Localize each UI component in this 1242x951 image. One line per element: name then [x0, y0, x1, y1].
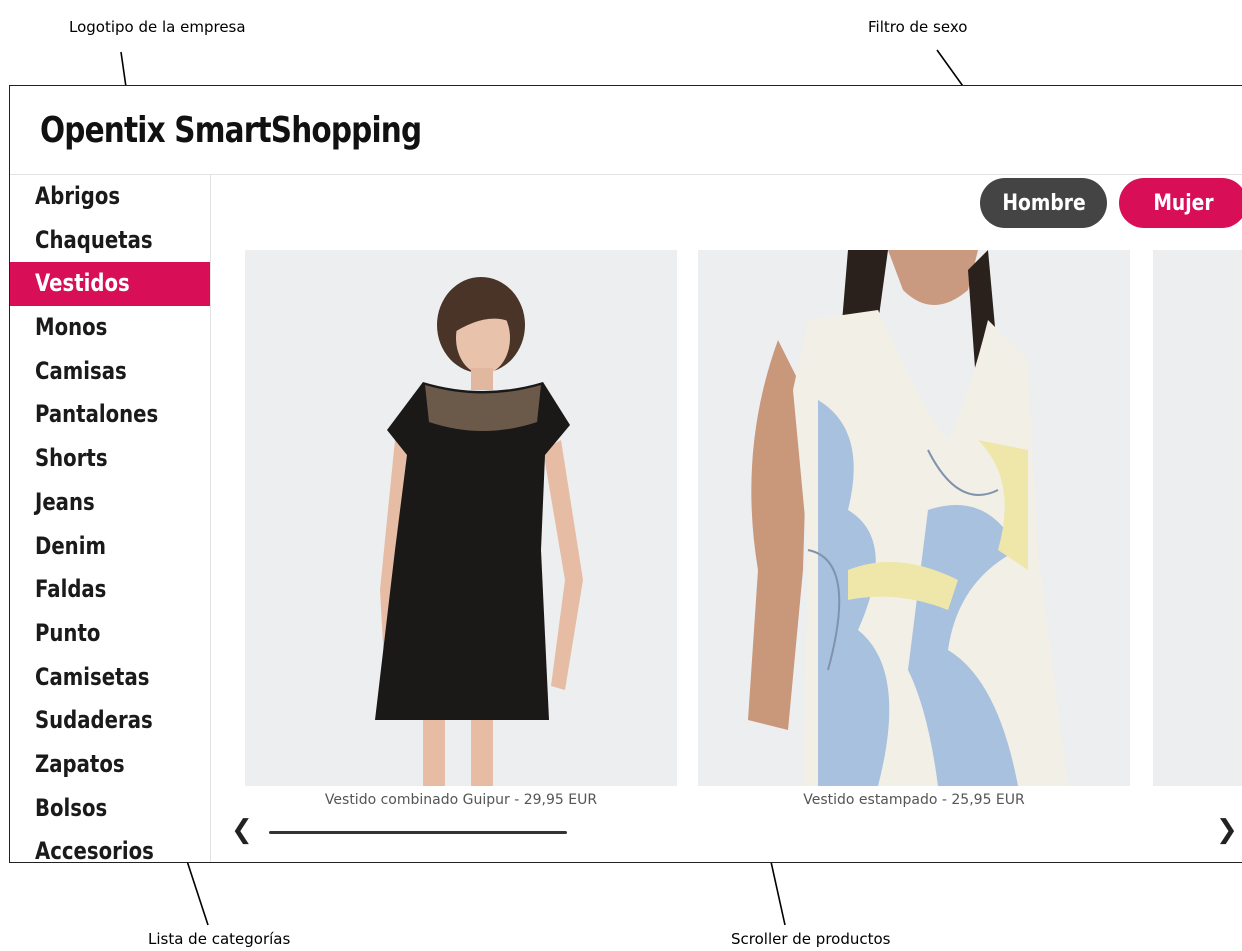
annotation-category-list: Lista de categorías: [148, 930, 291, 948]
gender-male-label: Hombre: [1001, 190, 1086, 216]
category-item[interactable]: Faldas: [10, 568, 210, 612]
company-logo[interactable]: Opentix SmartShopping: [40, 110, 422, 151]
product-image: [698, 250, 1130, 786]
category-item[interactable]: Vestidos: [10, 262, 210, 307]
category-list: Abrigos Chaquetas Vestidos Monos Camisas Pant…: [10, 175, 211, 862]
category-item-label: Jeans: [35, 487, 95, 516]
category-item[interactable]: Pantalones: [10, 393, 210, 437]
category-item-label: Sudaderas: [35, 706, 153, 735]
product-caption: Vestido combinado Guipur - 29,95 EUR: [324, 792, 598, 808]
header: Opentix SmartShopping: [10, 86, 1242, 175]
category-item-label: Chaquetas: [35, 225, 153, 254]
category-item-label: Zapatos: [35, 749, 125, 778]
product-card[interactable]: Vestido estampado - 25,95 EUR: [698, 250, 1130, 808]
category-item[interactable]: Abrigos: [10, 175, 210, 219]
category-item[interactable]: Camisetas: [10, 656, 210, 700]
category-item-label: Camisas: [35, 356, 127, 385]
category-item[interactable]: Monos: [10, 306, 210, 350]
app-window: Opentix SmartShopping Abrigos Chaquetas Ve…: [9, 85, 1242, 863]
category-item-label: Camisetas: [35, 662, 150, 691]
gender-female-label: Mujer: [1152, 190, 1214, 216]
category-item-label: Denim: [35, 531, 106, 560]
product-card[interactable]: Vestido combinado Guipur - 29,95 EUR: [245, 250, 677, 808]
annotation-logo: Logotipo de la empresa: [69, 18, 246, 36]
product-photo-print-dress: [698, 250, 1130, 786]
category-item[interactable]: Bolsos: [10, 787, 210, 831]
category-item-label: Faldas: [35, 575, 107, 604]
chevron-right-icon[interactable]: ❯: [1216, 815, 1238, 845]
category-item[interactable]: Zapatos: [10, 743, 210, 787]
product-area: Hombre Mujer Vestido combinado Guipur - …: [211, 175, 1242, 862]
category-item[interactable]: Punto: [10, 612, 210, 656]
category-item[interactable]: Shorts: [10, 437, 210, 481]
category-item[interactable]: Chaquetas: [10, 219, 210, 263]
chevron-left-icon[interactable]: ❮: [231, 815, 253, 845]
gender-filter-male-button[interactable]: Hombre: [980, 178, 1107, 228]
annotation-gender-filter: Filtro de sexo: [868, 18, 968, 36]
product-image: [245, 250, 677, 786]
product-caption: Vestido estampado - 25,95 EUR: [803, 792, 1025, 808]
annotation-product-scroller: Scroller de productos: [731, 930, 891, 948]
category-item-label: Bolsos: [35, 793, 108, 822]
gender-filter-female-button[interactable]: Mujer: [1119, 178, 1242, 228]
product-photo-partial: [1153, 250, 1242, 786]
product-scrollbar[interactable]: [269, 831, 567, 834]
category-item[interactable]: Sudaderas: [10, 699, 210, 743]
product-photo-black-dress: [245, 250, 677, 786]
category-item-label: Punto: [35, 618, 101, 647]
category-item-label: Accesorios: [35, 837, 154, 862]
category-item-label: Vestidos: [35, 269, 130, 298]
category-item-label: Monos: [35, 313, 108, 342]
category-item[interactable]: Camisas: [10, 350, 210, 394]
product-card-partial[interactable]: [1153, 250, 1242, 786]
category-item[interactable]: Jeans: [10, 481, 210, 525]
category-item-label: Abrigos: [35, 182, 121, 210]
category-item-label: Pantalones: [35, 400, 159, 429]
category-item[interactable]: Denim: [10, 525, 210, 569]
category-item-label: Shorts: [35, 444, 108, 473]
category-item[interactable]: Accesorios: [10, 830, 210, 862]
